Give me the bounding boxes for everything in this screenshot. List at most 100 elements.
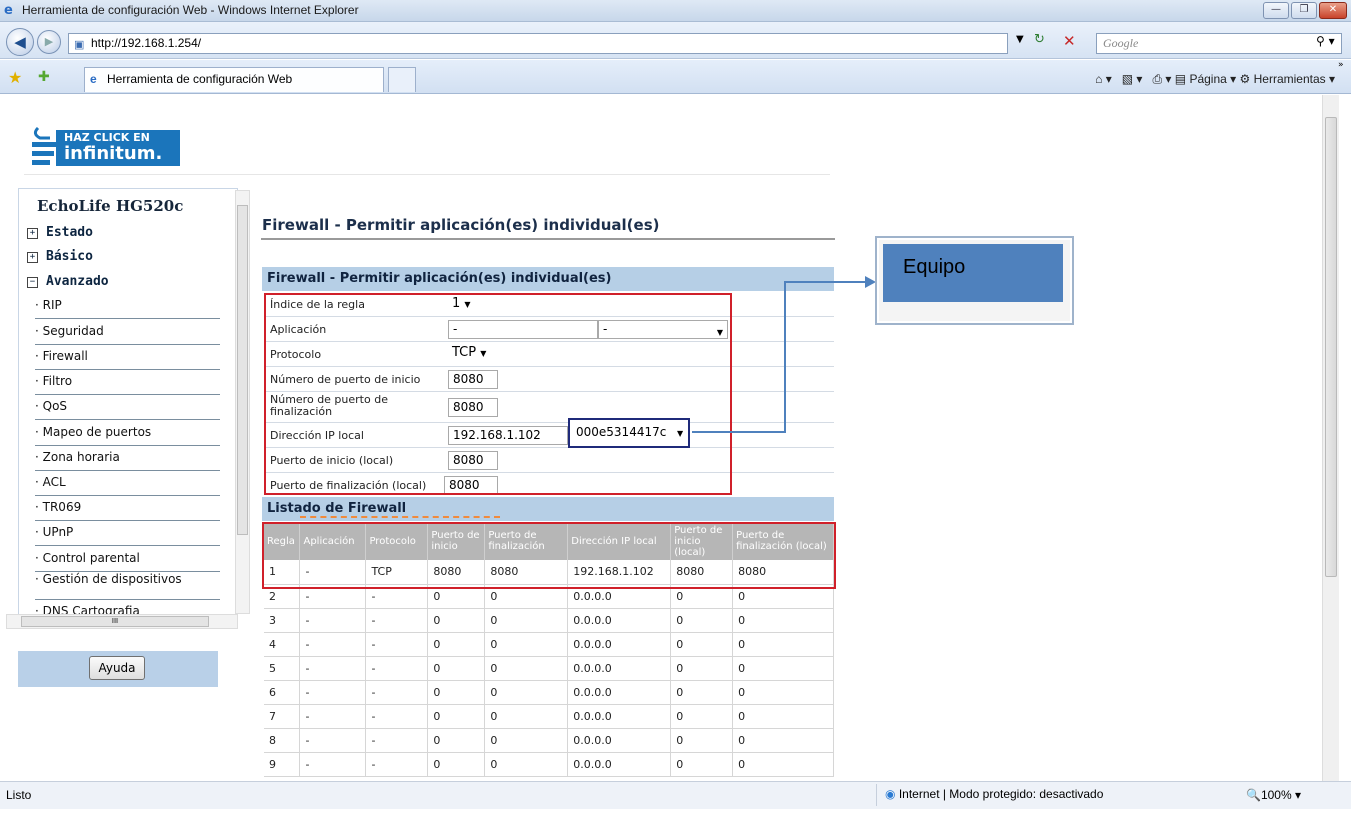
back-button[interactable]: ◀ (6, 28, 34, 56)
maximize-button[interactable]: ❐ (1291, 2, 1317, 19)
table-cell: 3 (264, 608, 301, 633)
sidebar-item-firewall[interactable]: · Firewall (35, 345, 220, 370)
page-vertical-scrollbar[interactable] (1322, 95, 1339, 781)
close-window-button[interactable]: ✕ (1319, 2, 1347, 19)
col-regla: Regla (264, 522, 301, 560)
indice-select[interactable]: 1 ▼ (452, 296, 471, 311)
table-cell: 8080 (732, 560, 834, 585)
table-cell: 0.0.0.0 (567, 608, 672, 633)
equipo-select[interactable]: 000e5314417c ▼ (568, 418, 690, 448)
search-input[interactable]: Google (1096, 33, 1342, 54)
table-cell: 5 (264, 656, 301, 681)
page-menu[interactable]: ▤ Página ▾ (1175, 72, 1236, 86)
minimize-button[interactable]: — (1263, 2, 1289, 19)
protocolo-select[interactable]: TCP ▼ (452, 345, 486, 360)
zoom-value: 100% (1260, 788, 1292, 802)
sidebar-item-label: Zona horaria (42, 450, 120, 464)
table-cell: 4 (264, 632, 301, 657)
forward-button[interactable]: ▶ (37, 30, 61, 54)
collapse-icon: − (27, 277, 38, 288)
table-cell: - (299, 560, 367, 585)
page-scroll-thumb[interactable] (1325, 117, 1337, 577)
add-favorites-icon[interactable]: ✚ (38, 69, 50, 85)
table-cell: TCP (365, 560, 429, 585)
sidebar-item-mapeo[interactable]: · Mapeo de puertos (35, 421, 220, 446)
table-cell: 8080 (670, 560, 734, 585)
puerto-inicio-input[interactable]: 8080 (448, 370, 498, 389)
feeds-icon[interactable]: ▧ ▾ (1122, 72, 1143, 86)
scroll-thumb[interactable] (237, 205, 248, 535)
window-bottom-edge (0, 809, 1351, 819)
sidebar: EchoLife HG520c + Estado + Básico − Avanzad… (18, 188, 238, 620)
stop-icon[interactable]: ✕ (1063, 32, 1076, 50)
infinitum-logo[interactable]: HAZ CLICK EN infinitum. (30, 122, 182, 170)
col-protocolo: Protocolo (365, 522, 429, 560)
toolbar-overflow-icon[interactable]: » (1338, 60, 1344, 70)
menu-avanzado[interactable]: − Avanzado (27, 274, 109, 289)
table-cell: 0 (732, 608, 834, 633)
tools-menu[interactable]: ⚙ Herramientas ▾ (1240, 72, 1335, 86)
sidebar-item-label: Filtro (42, 374, 73, 388)
table-cell: 0 (670, 728, 734, 753)
label-aplicacion: Aplicación (270, 323, 327, 336)
table-cell: 2 (264, 584, 301, 609)
puerto-fin-input[interactable]: 8080 (448, 398, 498, 417)
sidebar-item-seguridad[interactable]: · Seguridad (35, 320, 220, 345)
favorites-star-icon[interactable]: ★ (8, 68, 22, 87)
sidebar-item-label: TR069 (42, 500, 82, 514)
sidebar-item-acl[interactable]: · ACL (35, 471, 220, 496)
menu-basico-label: Básico (46, 249, 93, 264)
home-icon[interactable]: ⌂ ▾ (1095, 72, 1112, 86)
table-cell: 0.0.0.0 (567, 632, 672, 657)
search-icon[interactable]: ⚲ ▾ (1316, 34, 1335, 48)
zone-indicator[interactable]: ◉ Internet | Modo protegido: desactivado (876, 784, 1146, 806)
table-cell: - (365, 704, 429, 729)
sidebar-item-label: QoS (42, 399, 68, 413)
table-cell: - (365, 608, 429, 633)
ip-local-input[interactable]: 192.168.1.102 (448, 426, 568, 445)
puerto-fin-local-input[interactable]: 8080 (444, 476, 498, 495)
title-divider (261, 238, 835, 240)
menu-basico[interactable]: + Básico (27, 249, 93, 264)
sidebar-item-upnp[interactable]: · UPnP (35, 521, 220, 546)
sidebar-item-label: Control parental (42, 551, 140, 565)
hscroll-thumb[interactable]: III (21, 616, 209, 627)
sidebar-item-rip[interactable]: · RIP (35, 294, 220, 319)
sidebar-item-zona[interactable]: · Zona horaria (35, 446, 220, 471)
table-cell: 0 (670, 608, 734, 633)
sidebar-item-gestion[interactable]: · Gestión de dispositivos (35, 572, 220, 600)
aplicacion-input[interactable]: - (448, 320, 598, 339)
address-input[interactable]: ▣ http://192.168.1.254/ (68, 33, 1008, 54)
sidebar-item-tr069[interactable]: · TR069 (35, 496, 220, 521)
table-cell: - (299, 680, 367, 705)
table-cell: 0 (670, 680, 734, 705)
address-dropdown-icon[interactable]: ▼ (1016, 34, 1024, 45)
table-cell: 0 (484, 680, 569, 705)
command-bar: ⌂ ▾ ▧ ▾ ⎙ ▾ ▤ Página ▾ ⚙ Herramientas ▾ (1095, 72, 1335, 87)
expand-icon: + (27, 228, 38, 239)
table-cell: 0 (484, 608, 569, 633)
sidebar-vertical-scrollbar[interactable] (235, 190, 250, 614)
chevron-down-icon: ▼ (464, 300, 471, 309)
puerto-inicio-local-input[interactable]: 8080 (448, 451, 498, 470)
sidebar-item-filtro[interactable]: · Filtro (35, 370, 220, 395)
sidebar-horizontal-scrollbar[interactable]: III (6, 614, 238, 629)
table-row: 1- TCP 8080 8080 192.168.1.102 8080 8080 (264, 560, 834, 585)
help-button[interactable]: Ayuda (89, 656, 145, 680)
table-cell: 0 (484, 728, 569, 753)
zoom-control[interactable]: 🔍100% ▾ (1246, 788, 1301, 802)
col-aplicacion: Aplicación (299, 522, 367, 560)
table-cell: 0 (427, 752, 486, 777)
table-row: 8- -0 0 0.0.0.0 0 0 (264, 728, 834, 753)
table-cell: - (299, 608, 367, 633)
sidebar-item-qos[interactable]: · QoS (35, 395, 220, 420)
table-cell: 0 (670, 704, 734, 729)
tab-config[interactable]: e Herramienta de configuración Web (84, 67, 384, 92)
sidebar-item-control-parental[interactable]: · Control parental (35, 547, 220, 572)
new-tab-button[interactable] (388, 67, 416, 92)
table-cell: - (299, 752, 367, 777)
refresh-icon[interactable]: ↻ (1034, 32, 1045, 47)
table-cell: 0 (427, 656, 486, 681)
print-icon[interactable]: ⎙ ▾ (1152, 72, 1171, 86)
menu-estado[interactable]: + Estado (27, 225, 93, 240)
